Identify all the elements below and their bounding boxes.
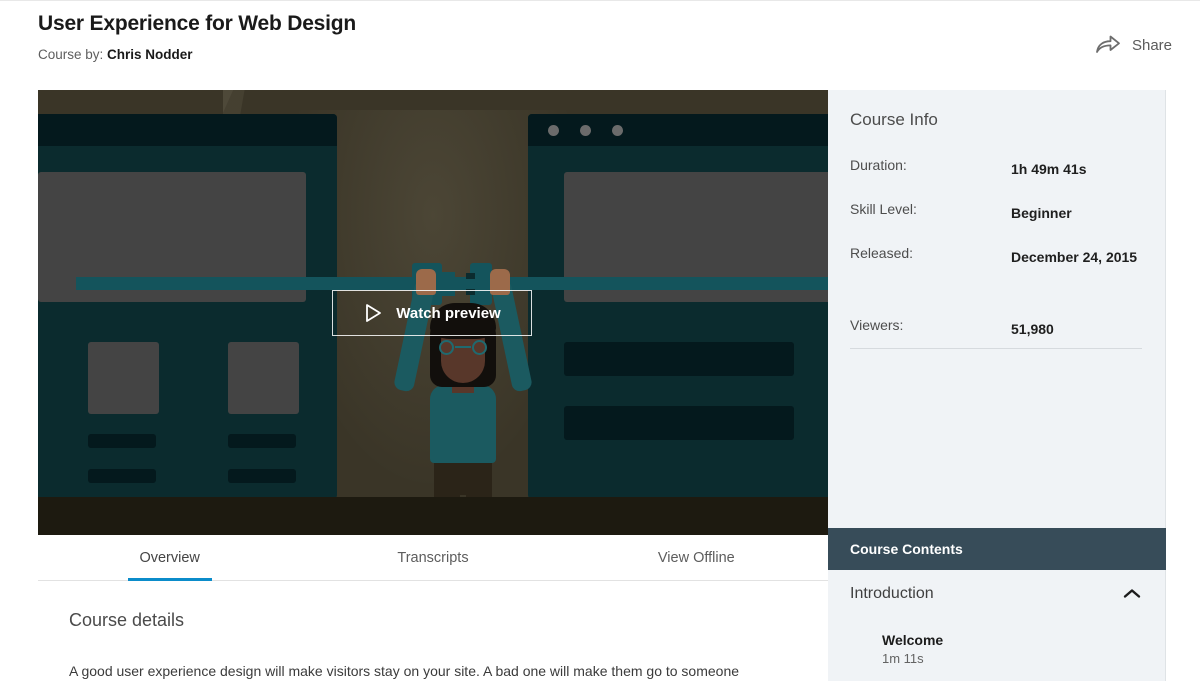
placeholder-line-left-2	[228, 434, 296, 448]
lesson-duration: 1m 11s	[882, 651, 924, 666]
watch-preview-button[interactable]: Watch preview	[332, 290, 532, 336]
placeholder-line-left-3	[88, 469, 156, 483]
watch-preview-label: Watch preview	[396, 304, 501, 322]
placeholder-line-right-2	[564, 406, 794, 440]
list-item[interactable]: Welcome 1m 11s	[828, 628, 1166, 666]
info-value-skill-level: Beginner	[1011, 205, 1072, 221]
course-details-heading: Course details	[69, 610, 185, 630]
content-tabs: Overview Transcripts View Offline	[38, 535, 828, 581]
placeholder-card-left-1	[88, 342, 159, 414]
course-info-title: Course Info	[850, 110, 938, 129]
course-byline: Course by: Chris Nodder	[38, 47, 193, 62]
course-page: User Experience for Web Design Course by…	[0, 0, 1200, 681]
tab-overview[interactable]: Overview	[38, 535, 301, 581]
video-preview-thumbnail[interactable]: Watch preview	[38, 90, 828, 535]
contents-section-introduction[interactable]: Introduction	[828, 570, 1166, 618]
browser-dot-3	[612, 125, 623, 136]
person-illustration	[76, 195, 828, 535]
info-label-viewers: Viewers:	[850, 317, 904, 333]
cable-illustration	[76, 277, 828, 290]
course-contents-label: Course Contents	[850, 541, 963, 557]
contents-section-label: Introduction	[850, 585, 934, 602]
byline-prefix: Course by:	[38, 47, 104, 62]
placeholder-line-right-1	[564, 342, 794, 376]
placeholder-line-left-4	[228, 469, 296, 483]
info-value-released: December 24, 2015	[1011, 249, 1138, 265]
browser-titlebar-left	[38, 114, 337, 146]
sidebar-divider	[850, 348, 1142, 349]
chevron-up-icon	[1123, 589, 1141, 598]
browser-titlebar-right	[528, 114, 828, 146]
tab-view-offline[interactable]: View Offline	[565, 535, 828, 581]
browser-dot-2	[580, 125, 591, 136]
course-author: Chris Nodder	[107, 47, 193, 62]
lesson-title: Welcome	[882, 632, 944, 648]
info-value-viewers: 51,980	[1011, 321, 1054, 337]
glasses-icon	[439, 340, 487, 355]
course-details-section: Course details A good user experience de…	[38, 581, 828, 681]
course-contents-header: Course Contents	[828, 528, 1166, 570]
course-sidebar: Course Info Duration: 1h 49m 41s Skill L…	[828, 90, 1166, 681]
tab-transcripts[interactable]: Transcripts	[301, 535, 564, 581]
torso	[430, 385, 496, 463]
placeholder-card-left-2	[228, 342, 299, 414]
share-label: Share	[1131, 36, 1172, 54]
share-arrow-icon	[1096, 35, 1120, 53]
share-button[interactable]: Share	[1095, 34, 1172, 56]
page-header: User Experience for Web Design Course by…	[0, 1, 1200, 88]
browser-window-left-illustration	[38, 114, 337, 499]
info-label-duration: Duration:	[850, 157, 907, 173]
course-details-paragraph: A good user experience design will make …	[69, 663, 740, 679]
play-triangle-icon	[366, 304, 382, 322]
browser-window-right-illustration	[528, 114, 828, 499]
page-title: User Experience for Web Design	[38, 12, 357, 35]
info-value-duration: 1h 49m 41s	[1011, 161, 1087, 177]
placeholder-line-left-1	[88, 434, 156, 448]
floor-strip	[38, 497, 828, 535]
info-label-released: Released:	[850, 245, 914, 261]
info-label-skill-level: Skill Level:	[850, 201, 917, 217]
browser-dot-1	[548, 125, 559, 136]
